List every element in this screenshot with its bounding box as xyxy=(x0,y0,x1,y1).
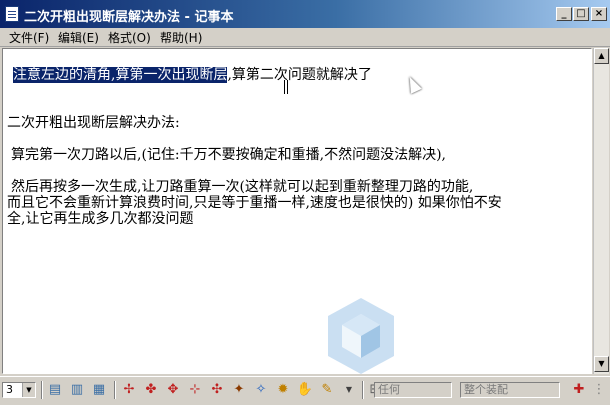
line1-rest: ,算第二次问题就解决了 xyxy=(227,67,372,83)
text-line-1: 注意左边的清角,算第一次出现断层,算第二次问题就解决了 xyxy=(13,67,372,84)
toolbar-separator xyxy=(41,381,43,399)
assembly-value: 整个装配 xyxy=(464,383,508,396)
select-icon[interactable]: ✚ xyxy=(570,381,588,399)
assembly-select[interactable]: 整个装配 xyxy=(460,382,560,398)
maximize-button[interactable]: □ xyxy=(573,7,589,21)
window-title: 二次开粗出现断层解决办法 - 记事本 xyxy=(24,10,234,25)
toolbar-separator xyxy=(362,381,364,399)
menu-file[interactable]: 文件(F) xyxy=(9,29,49,46)
datum-icon[interactable]: ✣ xyxy=(208,381,226,399)
layer-stack-icon[interactable]: ▤ xyxy=(46,381,64,399)
menu-edit[interactable]: 编辑(E) xyxy=(58,29,99,46)
text-editor[interactable]: 注意左边的清角,算第一次出现断层,算第二次问题就解决了 二次开粗出现断层解决办法… xyxy=(2,48,592,374)
title-bar[interactable]: 二次开粗出现断层解决办法 - 记事本 _ □ × xyxy=(0,0,610,28)
vector-icon[interactable]: ✥ xyxy=(164,381,182,399)
type-filter-select[interactable]: 任何 xyxy=(374,382,452,398)
minimize-button[interactable]: _ xyxy=(556,7,572,21)
wcs-icon[interactable]: ✦ xyxy=(230,381,248,399)
cad-toolbar: 3 ▼ ▤ ▥ ▦ ✢ ✤ ✥ ⊹ ✣ ✦ ✧ ✹ ✋ ✎ ▼ ⊟ 任何 整个装… xyxy=(0,376,610,405)
paragraph-1: 算完第一次刀路以后,(记住:千万不要按确定和重播,不然问题没法解决), xyxy=(11,147,446,163)
layer-value: 3 xyxy=(6,383,13,396)
point-icon[interactable]: ✤ xyxy=(142,381,160,399)
paint-icon[interactable]: ✎ xyxy=(318,381,336,399)
menu-format[interactable]: 格式(O) xyxy=(108,29,151,46)
snap-icon[interactable]: ✧ xyxy=(252,381,270,399)
text-cursor-icon xyxy=(284,80,288,94)
layer-move-icon[interactable]: ▦ xyxy=(90,381,108,399)
notepad-window: 二次开粗出现断层解决办法 - 记事本 _ □ × 文件(F) 编辑(E) 格式(… xyxy=(0,0,610,376)
type-filter-value: 任何 xyxy=(378,383,400,396)
paragraph-2-line-2: 而且它不会重新计算浪费时间,只是等于重播一样,速度也是很快的) 如果你怕不安 xyxy=(7,195,502,211)
sun-icon[interactable]: ✹ xyxy=(274,381,292,399)
selected-text: 注意左边的清角,算第一次出现断层 xyxy=(13,67,228,83)
csys-icon[interactable]: ⊹ xyxy=(186,381,204,399)
options-icon[interactable]: ⋮ xyxy=(590,381,608,399)
scroll-down-button[interactable]: ▼ xyxy=(594,356,609,372)
toolbar-separator xyxy=(114,381,116,399)
layer-select[interactable]: 3 ▼ xyxy=(2,382,36,398)
layer-dropdown-icon[interactable]: ▼ xyxy=(22,383,35,397)
notepad-icon[interactable] xyxy=(5,6,19,22)
vertical-scrollbar[interactable]: ▲ ▼ xyxy=(593,48,609,374)
axis-icon[interactable]: ✢ xyxy=(120,381,138,399)
heading-line: 二次开粗出现断层解决办法: xyxy=(7,115,180,131)
scroll-up-button[interactable]: ▲ xyxy=(594,48,609,64)
paragraph-2-line-3: 全,让它再生成多几次都没问题 xyxy=(7,211,194,227)
close-button[interactable]: × xyxy=(591,7,607,21)
menu-help[interactable]: 帮助(H) xyxy=(160,29,202,46)
menu-bar: 文件(F) 编辑(E) 格式(O) 帮助(H) xyxy=(0,28,610,47)
paragraph-2-line-1: 然后再按多一次生成,让刀路重算一次(这样就可以起到重新整理刀路的功能, xyxy=(11,179,474,195)
layer-copy-icon[interactable]: ▥ xyxy=(68,381,86,399)
hand-icon[interactable]: ✋ xyxy=(296,381,314,399)
toolbar-more-icon[interactable]: ▼ xyxy=(340,381,358,399)
watermark-cube-icon xyxy=(328,298,394,374)
